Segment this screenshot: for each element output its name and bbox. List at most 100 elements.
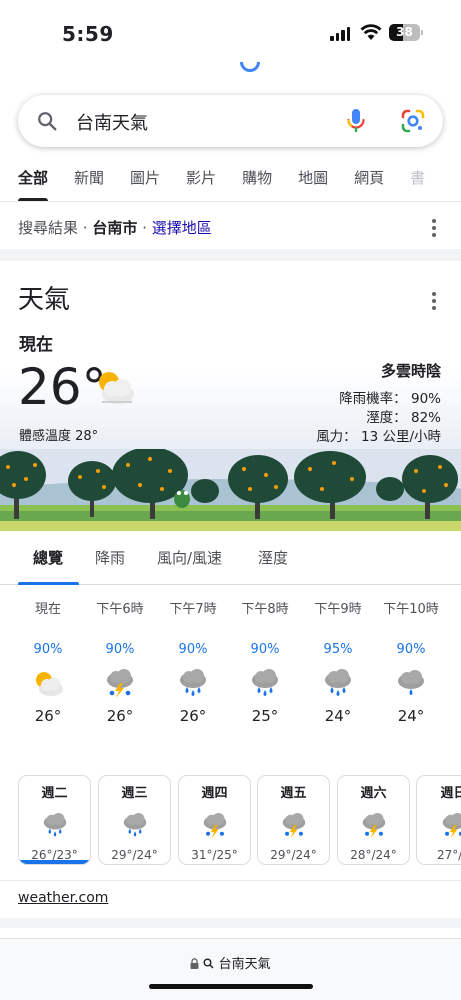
tab-all[interactable]: 全部 (0, 160, 61, 201)
hourly-item: 下午6時 90% 26° (84, 600, 156, 727)
hourly-item: 現在 90% 26° (12, 600, 84, 727)
battery-tip (421, 30, 423, 35)
tab-overview[interactable]: 總覽 (33, 547, 63, 568)
thunderstorm-icon (440, 813, 461, 839)
humidity: 溼度： 82% (366, 410, 441, 426)
daily-forecast: 週二 26°/23° 週三 29°/24° 週四 31°/25° 週五 29°/… (0, 773, 461, 869)
search-box[interactable]: 台南天氣 (18, 95, 443, 147)
hour-time: 下午6時 (96, 602, 144, 617)
weather-card: 天氣 現在 26° 體感溫度 28° 多雲時陰 降雨機率： 90% 溼度： 82… (0, 261, 461, 531)
weather-sub-tabs: 總覽 降雨 風向/風速 溼度 (0, 531, 461, 585)
separator-dot: · (82, 219, 88, 237)
section-divider (0, 918, 461, 928)
precipitation-chance: 降雨機率： 90% (339, 391, 441, 407)
hour-time: 下午8時 (241, 602, 289, 617)
weather-scene-illustration (0, 449, 461, 531)
search-tabs: 全部 新聞 圖片 影片 購物 地圖 網頁 書 (0, 160, 461, 202)
separator-dot: · (142, 219, 147, 237)
light-rain-icon (395, 669, 427, 699)
weather-more-options-icon[interactable] (432, 292, 436, 313)
hour-precip: 90% (250, 642, 280, 657)
search-icon[interactable] (36, 110, 58, 132)
day-name: 週五 (280, 786, 307, 801)
partly-cloudy-icon (32, 669, 64, 699)
heavy-rain-icon (322, 669, 354, 699)
hourly-item: 下午10時 90% 24° (375, 600, 447, 727)
hour-precip: 90% (396, 642, 426, 657)
partly-cloudy-icon (99, 372, 134, 404)
heavy-rain-icon (249, 669, 281, 699)
section-divider (0, 249, 461, 261)
day-name: 週日 (440, 786, 461, 801)
mic-icon[interactable] (345, 108, 367, 134)
battery-level: 38 (396, 25, 413, 39)
tab-videos[interactable]: 影片 (173, 160, 229, 201)
tab-shopping[interactable]: 購物 (229, 160, 285, 201)
day-name: 週二 (41, 786, 68, 801)
tab-precipitation[interactable]: 降雨 (95, 547, 125, 568)
day-temp-range: 26°/23° (31, 848, 78, 862)
thunderstorm-icon (280, 813, 308, 839)
google-logo-fragment (240, 62, 260, 76)
day-name: 週六 (360, 786, 387, 801)
hour-precip: 90% (105, 642, 135, 657)
day-name: 週三 (121, 786, 148, 801)
thunderstorm-icon (104, 669, 136, 699)
weather-title: 天氣 (18, 285, 71, 315)
day-temp-range: 27°/2 (437, 848, 461, 862)
weather-condition: 多雲時陰 (380, 362, 441, 380)
hour-precip: 95% (323, 642, 353, 657)
hour-temp: 24° (397, 707, 425, 725)
heavy-rain-icon (177, 669, 209, 699)
hour-precip: 90% (178, 642, 208, 657)
day-temp-range: 29°/24° (111, 848, 158, 862)
hour-temp: 26° (34, 707, 62, 725)
day-card[interactable]: 週二 26°/23° (18, 775, 91, 865)
url-text: 台南天氣 (218, 957, 271, 972)
day-card[interactable]: 週六 28°/24° (337, 775, 410, 865)
weather-source-link[interactable]: weather.com (18, 890, 108, 906)
results-prefix: 搜尋結果 (18, 219, 79, 237)
battery-icon: 38 (389, 24, 420, 41)
hour-time: 下午10時 (383, 602, 439, 617)
tab-maps[interactable]: 地圖 (285, 160, 341, 201)
hourly-item: 下午9時 95% 24° (302, 600, 374, 727)
hour-temp: 26° (106, 707, 134, 725)
status-time: 5:59 (62, 22, 114, 46)
day-card[interactable]: 週四 31°/25° (178, 775, 251, 865)
google-lens-icon[interactable] (400, 108, 426, 134)
hour-temp: 26° (179, 707, 207, 725)
search-small-icon (203, 958, 215, 969)
day-card[interactable]: 週日 27°/2 (416, 775, 461, 865)
cellular-signal-icon (330, 27, 350, 41)
hourly-item: 下午8時 90% 25° (229, 600, 301, 727)
weather-now-label: 現在 (19, 335, 53, 355)
active-tab-indicator (18, 582, 79, 585)
tab-books[interactable]: 書 (397, 160, 438, 201)
search-input[interactable]: 台南天氣 (76, 109, 148, 135)
heavy-rain-icon (41, 813, 69, 839)
results-location: 台南市 (92, 219, 138, 237)
browser-url-bar[interactable]: 台南天氣 (0, 938, 461, 1000)
hour-temp: 25° (251, 707, 279, 725)
wind-speed: 風力： 13 公里/小時 (316, 429, 441, 445)
tab-images[interactable]: 圖片 (117, 160, 173, 201)
hourly-item: 下午7時 90% 26° (157, 600, 229, 727)
tab-wind[interactable]: 風向/風速 (157, 547, 222, 568)
heavy-rain-icon (121, 813, 149, 839)
tab-humidity[interactable]: 溼度 (258, 547, 288, 568)
day-card[interactable]: 週三 29°/24° (98, 775, 171, 865)
tab-news[interactable]: 新聞 (61, 160, 117, 201)
lock-icon (190, 958, 199, 969)
choose-area-link[interactable]: 選擇地區 (152, 219, 212, 237)
url-display[interactable]: 台南天氣 (0, 953, 461, 972)
home-indicator[interactable] (149, 984, 313, 989)
day-card[interactable]: 週五 29°/24° (257, 775, 330, 865)
status-bar: 5:59 38 (0, 0, 461, 64)
thunderstorm-icon (360, 813, 388, 839)
day-temp-range: 31°/25° (191, 848, 238, 862)
more-options-icon[interactable] (432, 219, 436, 240)
tab-web[interactable]: 網頁 (341, 160, 397, 201)
divider (0, 880, 461, 881)
feels-like: 體感溫度 28° (19, 429, 99, 444)
